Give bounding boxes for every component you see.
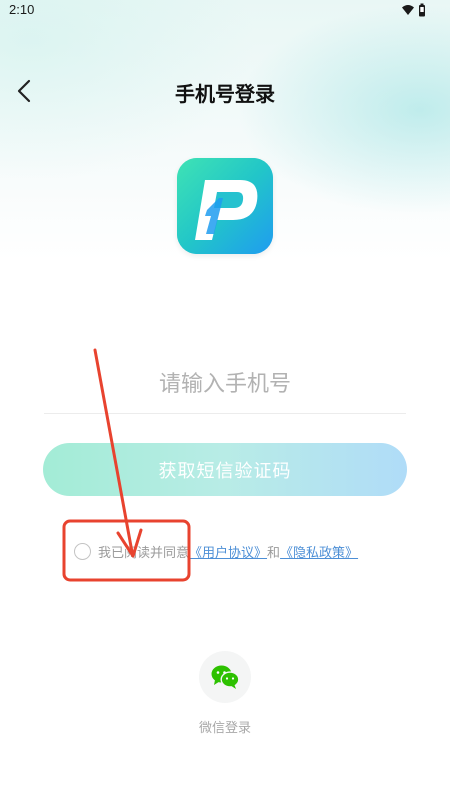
wechat-icon xyxy=(211,665,240,689)
phone-input-underline xyxy=(44,413,406,414)
get-code-button[interactable]: 获取短信验证码 xyxy=(43,443,407,496)
app-logo xyxy=(177,158,273,254)
app-logo-p-icon xyxy=(177,158,273,254)
status-time: 2:10 xyxy=(9,2,35,17)
battery-icon xyxy=(419,3,425,17)
user-agreement-link[interactable]: 《用户协议》 xyxy=(189,542,267,561)
wifi-icon xyxy=(402,5,414,15)
wechat-login-label: 微信登录 xyxy=(198,721,251,736)
agreement-checkbox[interactable] xyxy=(74,542,91,560)
agreement-and-text: 和 xyxy=(267,545,281,561)
privacy-policy-link[interactable]: 《隐私政策》 xyxy=(280,542,358,561)
agreement-row: 我已阅读并同意 《用户协议》 和 《隐私政策》 xyxy=(74,540,358,562)
agreement-prefix: 我已阅读并同意 xyxy=(98,545,190,561)
status-bar: 2:10 xyxy=(0,0,450,22)
status-icons xyxy=(402,3,425,17)
phone-input[interactable] xyxy=(44,360,406,408)
wechat-login-button[interactable] xyxy=(199,651,251,703)
page-title: 手机号登录 xyxy=(175,82,275,106)
